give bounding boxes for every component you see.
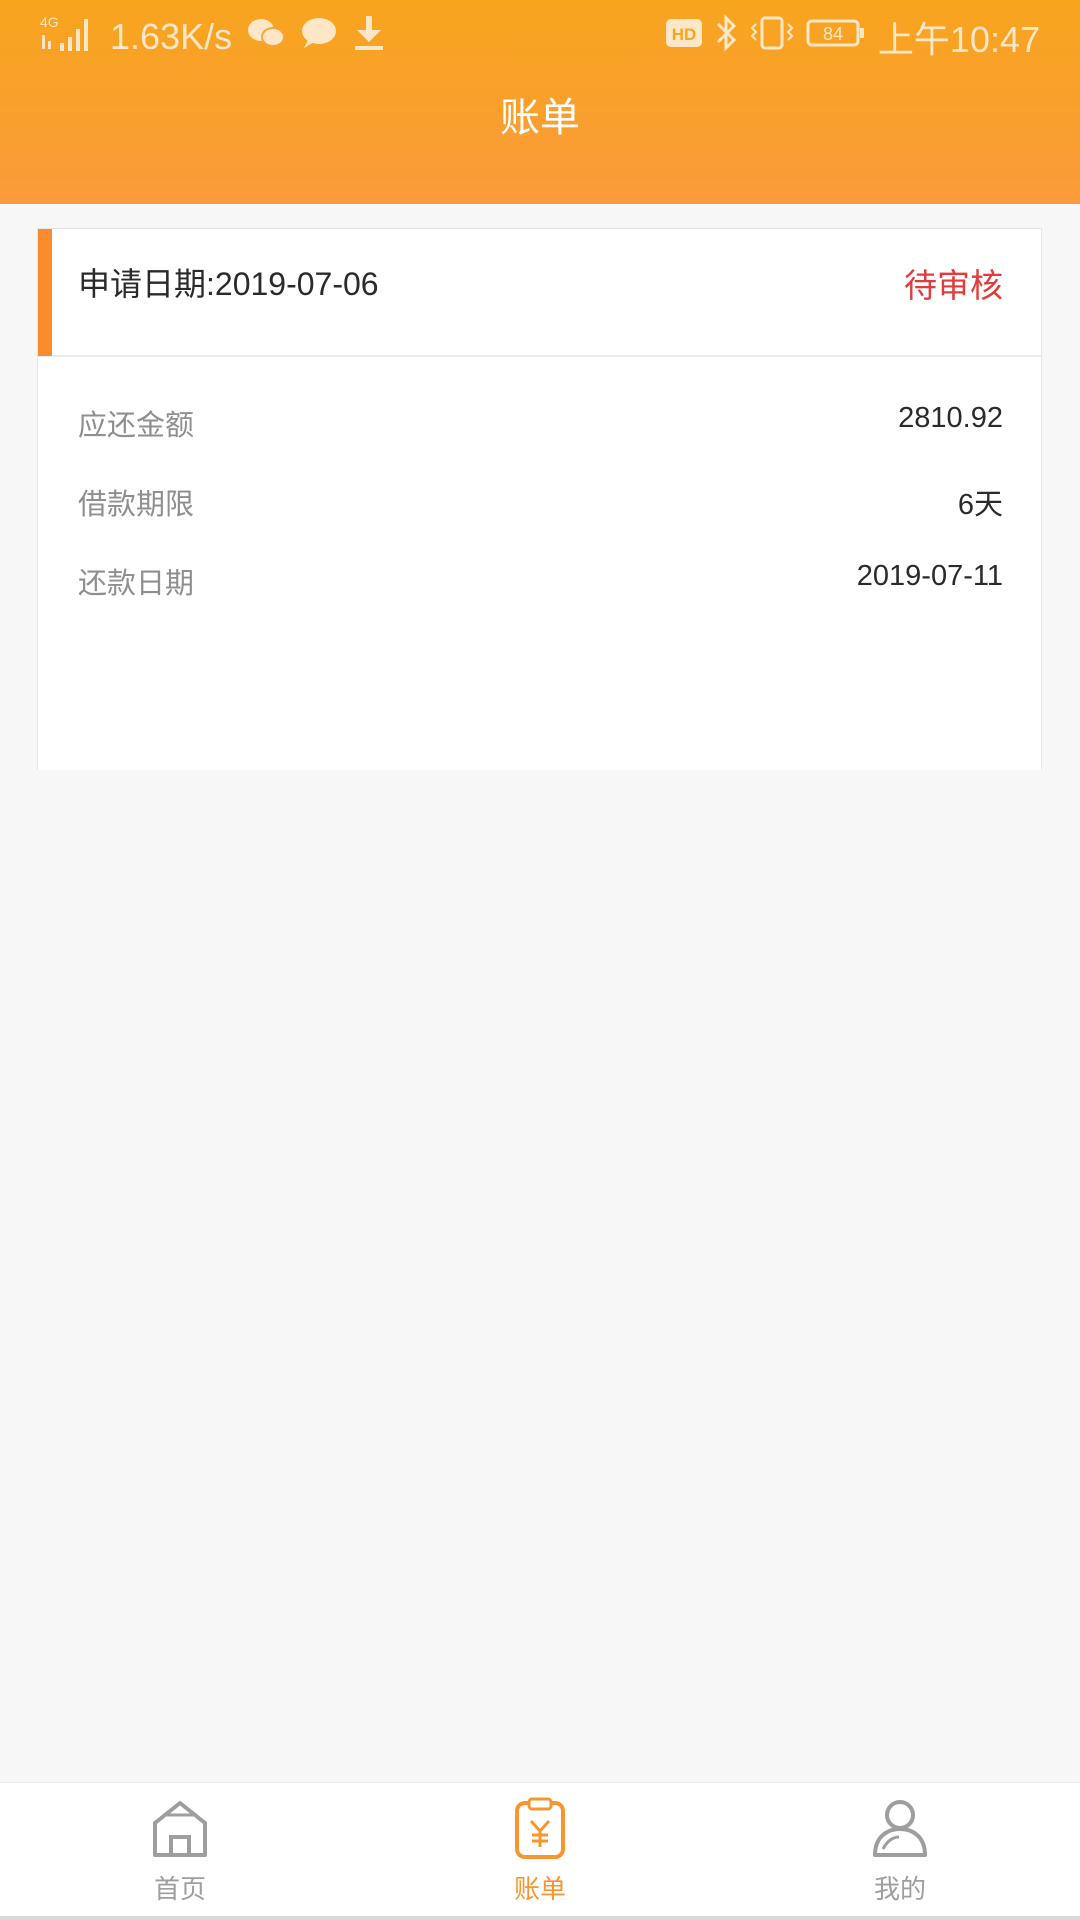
row-value: 2019-07-11 <box>856 560 1003 592</box>
detail-row-term: 借款期限 6天 <box>78 481 1003 531</box>
tab-home[interactable]: 首页 <box>80 1797 280 1907</box>
detail-row-amount: 应还金额 2810.92 <box>78 402 1003 452</box>
vibrate-icon <box>750 14 794 61</box>
row-value: 2810.92 <box>898 402 1003 434</box>
row-label: 还款日期 <box>78 566 195 600</box>
page-title: 账单 <box>500 95 580 141</box>
wechat-icon <box>246 16 286 59</box>
battery-level: 84 <box>823 24 843 44</box>
bottom-tab-bar: 首页 账单 我的 <box>0 1782 1080 1917</box>
download-icon <box>352 14 386 61</box>
tab-bill[interactable]: 账单 <box>440 1797 640 1907</box>
signal-icon: 4G <box>40 13 96 62</box>
bill-card-header: 申请日期:2019-07-06 待审核 <box>38 229 1041 357</box>
app-header: 4G 1.63K/s HD 84 上午10:47 账单 <box>0 0 1080 204</box>
network-speed: 1.63K/s <box>110 16 233 57</box>
network-type: 4G <box>40 14 59 30</box>
detail-row-due-date: 还款日期 2019-07-11 <box>78 560 1003 610</box>
tab-profile[interactable]: 我的 <box>800 1797 1000 1907</box>
status-badge: 待审核 <box>904 266 1003 305</box>
tab-label: 我的 <box>873 1875 926 1905</box>
apply-date: 申请日期:2019-07-06 <box>78 266 379 302</box>
accent-bar <box>38 229 52 356</box>
row-label: 应还金额 <box>78 408 195 442</box>
row-label: 借款期限 <box>78 487 195 521</box>
tab-label: 首页 <box>153 1875 206 1905</box>
home-icon <box>149 1797 211 1861</box>
battery-icon: 84 <box>806 17 866 58</box>
person-icon <box>869 1797 931 1861</box>
svg-text:HD: HD <box>672 25 697 44</box>
hd-icon: HD <box>665 17 702 58</box>
bill-card[interactable]: 申请日期:2019-07-06 待审核 应还金额 2810.92 借款期限 6天… <box>37 228 1042 770</box>
row-value: 6天 <box>957 489 1003 521</box>
clock: 上午10:47 <box>877 19 1040 60</box>
bill-icon <box>509 1797 571 1861</box>
bottom-divider <box>0 1916 1080 1920</box>
bluetooth-icon <box>714 13 738 61</box>
message-icon <box>300 16 338 59</box>
tab-label: 账单 <box>513 1875 566 1905</box>
status-bar: 4G 1.63K/s HD 84 上午10:47 <box>0 0 1080 74</box>
